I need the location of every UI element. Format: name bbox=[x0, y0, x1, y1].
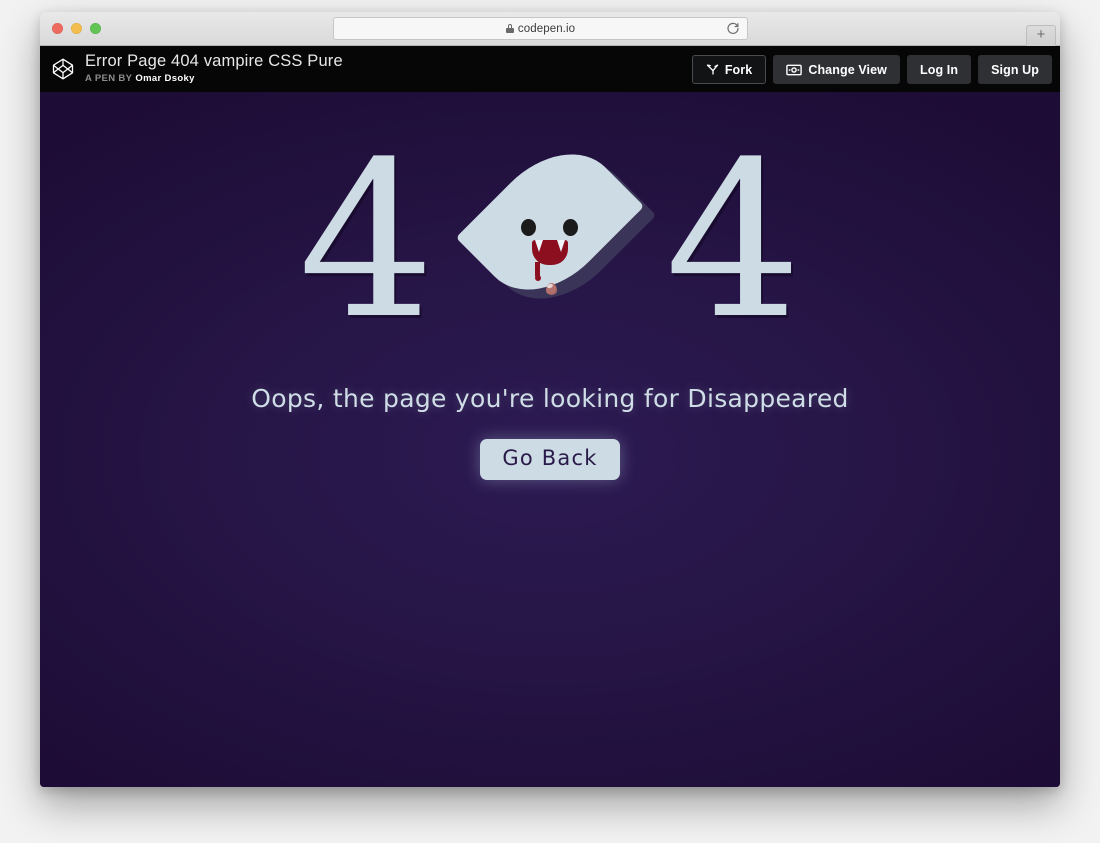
pen-byline: A PEN BY Omar Dsoky bbox=[85, 73, 343, 85]
error-tagline: Oops, the page you're looking for Disapp… bbox=[251, 384, 849, 413]
pen-title: Error Page 404 vampire CSS Pure bbox=[85, 52, 343, 70]
pen-byline-label: A PEN BY bbox=[85, 73, 133, 84]
pen-title-block: Error Page 404 vampire CSS Pure A PEN BY… bbox=[85, 51, 343, 85]
go-back-button-wrapper: Go Back bbox=[40, 439, 1060, 480]
close-window-button[interactable] bbox=[52, 23, 63, 34]
go-back-button[interactable]: Go Back bbox=[480, 439, 620, 480]
pen-action-buttons: Fork Change View Log In Sign Up bbox=[691, 55, 1052, 84]
address-bar-url: codepen.io bbox=[517, 22, 576, 35]
error-code-row: 4 4 bbox=[40, 92, 1060, 352]
minimize-window-button[interactable] bbox=[71, 23, 82, 34]
vampire-left-fang-icon bbox=[535, 240, 543, 252]
lock-icon bbox=[505, 24, 514, 33]
fork-button-label: Fork bbox=[724, 62, 753, 77]
sign-up-button[interactable]: Sign Up bbox=[978, 55, 1052, 84]
vampire-mouth bbox=[532, 240, 568, 281]
browser-toolbar: codepen.io + bbox=[40, 12, 1060, 46]
error-digit-left: 4 bbox=[298, 114, 435, 366]
maximize-window-button[interactable] bbox=[90, 23, 101, 34]
change-view-icon bbox=[786, 64, 803, 76]
pen-author-name[interactable]: Omar Dsoky bbox=[135, 73, 194, 84]
address-bar-content: codepen.io bbox=[505, 22, 576, 35]
vampire-right-fang-icon bbox=[557, 240, 565, 252]
vampire-left-eye-icon bbox=[521, 219, 536, 236]
new-tab-button[interactable]: + bbox=[1026, 25, 1056, 46]
browser-window: codepen.io + Error Page 404 vampire CSS … bbox=[40, 12, 1060, 787]
fork-button[interactable]: Fork bbox=[691, 55, 767, 84]
fork-icon bbox=[706, 63, 719, 76]
codepen-logo-icon[interactable] bbox=[50, 56, 76, 82]
vampire-right-eye-icon bbox=[563, 219, 578, 236]
address-bar[interactable]: codepen.io bbox=[333, 17, 748, 40]
reload-icon[interactable] bbox=[726, 21, 740, 35]
traffic-lights bbox=[52, 23, 101, 34]
codepen-header: Error Page 404 vampire CSS Pure A PEN BY… bbox=[40, 46, 1060, 92]
error-digit-right: 4 bbox=[665, 114, 802, 366]
vampire-face bbox=[475, 117, 625, 327]
log-in-button[interactable]: Log In bbox=[906, 55, 972, 84]
change-view-button[interactable]: Change View bbox=[773, 55, 900, 84]
vampire-blood-drip-icon bbox=[534, 262, 541, 281]
change-view-button-label: Change View bbox=[808, 62, 887, 77]
vampire-character bbox=[455, 117, 657, 343]
error-page-viewport: 4 4 Oops, the page you're looking for Di… bbox=[40, 92, 1060, 787]
vampire-blood-drop-icon bbox=[546, 283, 557, 295]
